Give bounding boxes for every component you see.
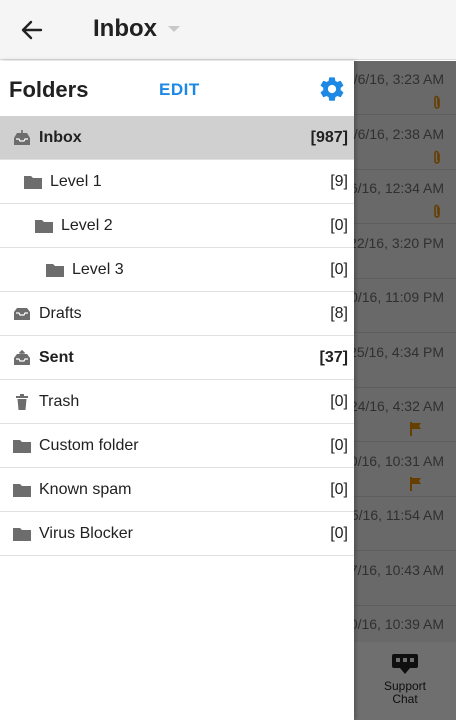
trash-icon bbox=[12, 393, 32, 411]
mail-list-item[interactable]: /6/16, 2:38 AM bbox=[354, 116, 456, 170]
folder-label: Drafts bbox=[39, 305, 82, 322]
folder-item[interactable]: Custom folder [0] bbox=[0, 424, 354, 468]
folder-item[interactable]: Level 1 [9] bbox=[0, 160, 354, 204]
folder-item[interactable]: Sent [37] bbox=[0, 336, 354, 380]
mail-list-item[interactable]: 6/16, 12:34 AM bbox=[354, 170, 456, 224]
folder-label: Inbox bbox=[39, 129, 82, 146]
settings-button[interactable] bbox=[318, 75, 346, 103]
folder-count: [0] bbox=[330, 217, 348, 234]
folder-label: Custom folder bbox=[39, 437, 139, 454]
paperclip-icon bbox=[432, 150, 442, 171]
folder-count: [9] bbox=[330, 173, 348, 190]
sent-icon bbox=[12, 349, 32, 367]
chevron-down-icon[interactable] bbox=[168, 26, 180, 32]
folder-item[interactable]: Inbox [987] bbox=[0, 116, 354, 160]
folder-label: Known spam bbox=[39, 481, 132, 498]
folder-label: Sent bbox=[39, 349, 74, 366]
mail-date: 0/16, 10:39 AM bbox=[354, 616, 444, 632]
folder-count: [0] bbox=[330, 393, 348, 410]
inbox-icon bbox=[12, 129, 32, 147]
folder-icon bbox=[34, 217, 54, 235]
flag-icon bbox=[410, 476, 422, 496]
folder-list: Inbox [987] Level 1 [9] Level 2 [0] Level 3 [0]… bbox=[0, 116, 354, 556]
paperclip-icon bbox=[432, 204, 442, 225]
support-chat-icon bbox=[392, 654, 418, 674]
support-chat-label: Support Chat bbox=[383, 679, 427, 706]
mail-date: 0/16, 11:09 PM bbox=[354, 289, 444, 305]
gear-icon bbox=[320, 77, 344, 101]
mail-date: 7/16, 10:43 AM bbox=[354, 561, 444, 578]
mail-date: 0/16, 10:31 AM bbox=[354, 452, 444, 469]
drawer-title: Folders bbox=[9, 77, 89, 102]
folder-item[interactable]: Virus Blocker [0] bbox=[0, 512, 354, 556]
mail-list-item[interactable]: 25/16, 4:34 PM bbox=[354, 334, 456, 388]
mail-date: 22/16, 3:20 PM bbox=[354, 234, 444, 251]
folder-icon bbox=[23, 173, 43, 191]
mail-date: /6/16, 3:23 AM bbox=[354, 71, 444, 87]
folder-label: Level 1 bbox=[50, 173, 102, 190]
folder-label: Trash bbox=[39, 393, 80, 410]
folder-count: [0] bbox=[330, 437, 348, 454]
folder-item[interactable]: Level 3 [0] bbox=[0, 248, 354, 292]
folder-count: [987] bbox=[310, 129, 348, 146]
mail-date: 5/16, 11:54 AM bbox=[354, 507, 444, 523]
folders-drawer: Folders EDIT Inbox [987] Level 1 [9] Level 2… bbox=[0, 61, 354, 720]
folder-item[interactable]: Drafts [8] bbox=[0, 292, 354, 336]
back-arrow-icon bbox=[21, 20, 43, 40]
paperclip-icon bbox=[432, 95, 442, 116]
folder-label: Virus Blocker bbox=[39, 525, 133, 542]
mail-list-item[interactable]: 24/16, 4:32 AM bbox=[354, 388, 456, 442]
folder-icon bbox=[45, 261, 65, 279]
support-chat-button[interactable]: Support Chat bbox=[354, 642, 456, 720]
app-bar: Inbox bbox=[0, 0, 456, 60]
folder-count: [0] bbox=[330, 525, 348, 542]
mail-date: 24/16, 4:32 AM bbox=[354, 398, 444, 414]
folder-count: [8] bbox=[330, 305, 348, 322]
folder-icon bbox=[12, 481, 32, 499]
folder-count: [37] bbox=[319, 349, 348, 366]
mail-list: /6/16, 3:23 AM/6/16, 2:38 AM 6/16, 12:34 … bbox=[354, 61, 456, 720]
page-title[interactable]: Inbox bbox=[93, 14, 157, 44]
mail-date: 6/16, 12:34 AM bbox=[354, 180, 444, 196]
flag-icon bbox=[410, 422, 422, 441]
edit-button[interactable]: EDIT bbox=[159, 80, 200, 100]
mail-date: /6/16, 2:38 AM bbox=[354, 125, 444, 142]
folder-count: [0] bbox=[330, 261, 348, 278]
mail-list-item[interactable]: 5/16, 11:54 AM bbox=[354, 497, 456, 551]
folder-icon bbox=[12, 525, 32, 543]
mail-date: 25/16, 4:34 PM bbox=[354, 343, 444, 360]
folder-item[interactable]: Trash [0] bbox=[0, 380, 354, 424]
folder-label: Level 2 bbox=[61, 217, 113, 234]
folder-item[interactable]: Known spam [0] bbox=[0, 468, 354, 512]
mail-list-item[interactable]: 0/16, 11:09 PM bbox=[354, 279, 456, 333]
mail-list-item[interactable]: /6/16, 3:23 AM bbox=[354, 61, 456, 115]
folder-icon bbox=[12, 437, 32, 455]
mail-list-item[interactable]: 22/16, 3:20 PM bbox=[354, 225, 456, 279]
folder-count: [0] bbox=[330, 481, 348, 498]
back-button[interactable] bbox=[14, 14, 50, 46]
folder-label: Level 3 bbox=[72, 261, 124, 278]
mail-list-item[interactable]: 0/16, 10:31 AM bbox=[354, 443, 456, 497]
folder-item[interactable]: Level 2 [0] bbox=[0, 204, 354, 248]
mail-list-item[interactable]: 7/16, 10:43 AM bbox=[354, 552, 456, 606]
drafts-icon bbox=[12, 305, 32, 323]
drawer-header: Folders EDIT bbox=[0, 61, 354, 116]
